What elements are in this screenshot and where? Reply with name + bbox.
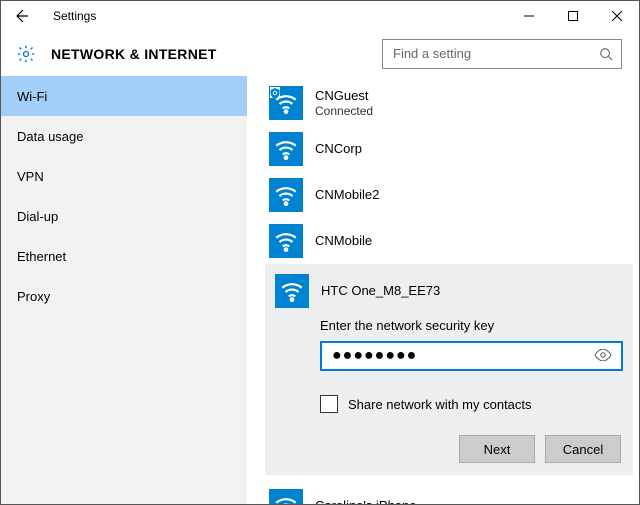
share-checkbox[interactable] [320,395,338,413]
wifi-icon [269,489,303,504]
network-name: CNMobile2 [315,187,379,203]
reveal-password-icon[interactable] [593,349,613,364]
search-box[interactable] [382,39,622,69]
sidebar-item-proxy[interactable]: Proxy [1,276,247,316]
wifi-icon [275,274,309,308]
gear-icon [15,43,37,65]
wifi-icon [269,224,303,258]
header: NETWORK & INTERNET [1,31,639,76]
sidebar-item-label: Data usage [17,129,84,144]
sidebar-item-data-usage[interactable]: Data usage [1,116,247,156]
network-name: HTC One_M8_EE73 [321,283,440,299]
arrow-left-icon [13,8,29,24]
network-item-cncorp[interactable]: CNCorp [265,126,633,172]
password-field-wrap[interactable] [320,341,623,371]
wifi-icon [269,132,303,166]
close-button[interactable] [595,1,639,31]
network-name: Caroline's iPhone [315,498,417,504]
security-key-prompt: Enter the network security key [320,318,623,333]
sidebar-item-wifi[interactable]: Wi-Fi [1,76,247,116]
titlebar: Settings [1,1,639,31]
network-name: CNCorp [315,141,362,157]
connect-panel: HTC One_M8_EE73 Enter the network securi… [265,264,633,475]
window-title: Settings [41,9,507,23]
network-item-caroline[interactable]: Caroline's iPhone [265,483,633,504]
sidebar-item-label: VPN [17,169,44,184]
sidebar-item-label: Wi-Fi [17,89,47,104]
sidebar-item-label: Proxy [17,289,50,304]
network-item-cnmobile[interactable]: CNMobile [265,218,633,264]
wifi-panel: CNGuest Connected CNCorp CNMobile2 CNMob… [247,76,639,504]
search-input[interactable] [391,45,599,62]
sidebar-item-dialup[interactable]: Dial-up [1,196,247,236]
section-title: NETWORK & INTERNET [51,46,382,62]
network-status: Connected [315,104,373,118]
maximize-button[interactable] [551,1,595,31]
wifi-secured-icon [269,86,303,120]
shield-icon [270,87,280,98]
network-name: CNGuest [315,88,373,104]
window-controls [507,1,639,31]
sidebar-item-label: Ethernet [17,249,66,264]
sidebar: Wi-Fi Data usage VPN Dial-up Ethernet Pr… [1,76,247,504]
minimize-button[interactable] [507,1,551,31]
wifi-icon [269,178,303,212]
next-button[interactable]: Next [459,435,535,463]
network-item-cnguest[interactable]: CNGuest Connected [265,80,633,126]
network-name: CNMobile [315,233,372,249]
sidebar-item-label: Dial-up [17,209,58,224]
back-button[interactable] [1,1,41,31]
search-icon [599,47,613,61]
sidebar-item-vpn[interactable]: VPN [1,156,247,196]
share-label: Share network with my contacts [348,397,532,412]
sidebar-item-ethernet[interactable]: Ethernet [1,236,247,276]
cancel-button[interactable]: Cancel [545,435,621,463]
network-item-cnmobile2[interactable]: CNMobile2 [265,172,633,218]
password-input[interactable] [330,346,593,366]
